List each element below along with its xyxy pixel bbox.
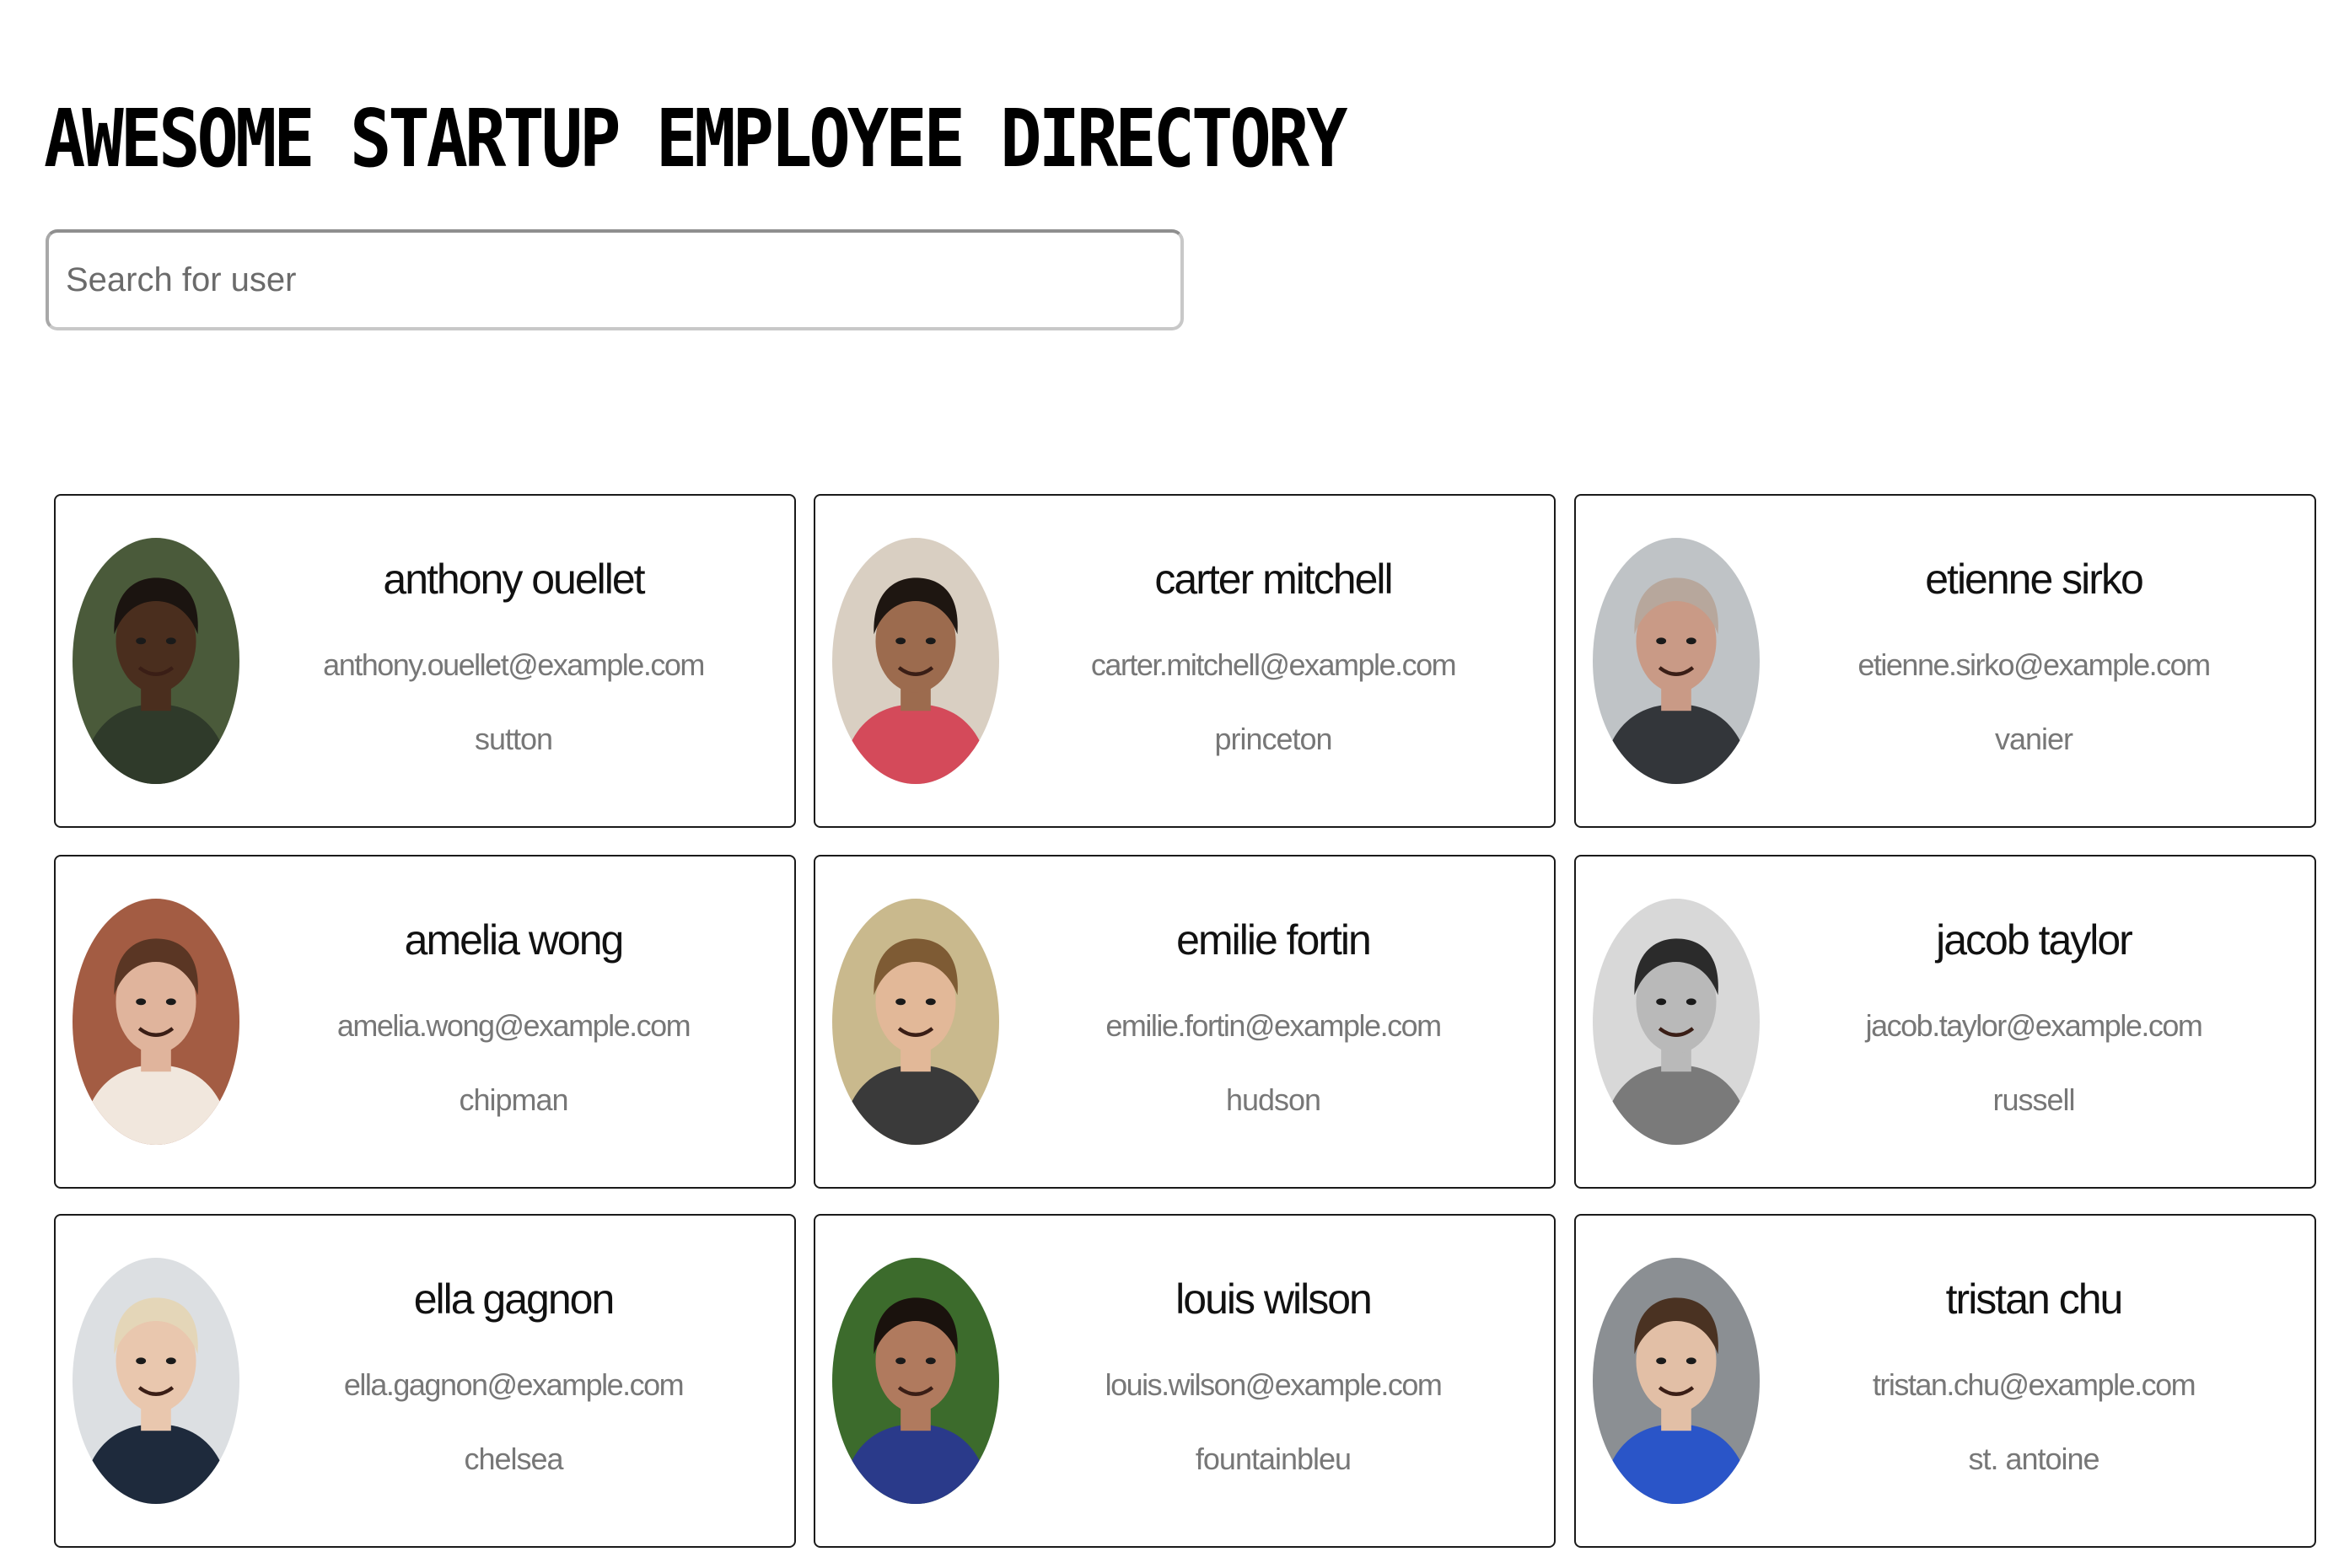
photo-of-young-man xyxy=(1593,1258,1760,1504)
employee-card[interactable]: anthony ouellet anthony.ouellet@example.c… xyxy=(54,494,796,828)
photo-of-smiling-man xyxy=(73,538,239,784)
employee-email: louis.wilson@example.com xyxy=(1105,1367,1443,1402)
employee-info: amelia wong amelia.wong@example.com chipma… xyxy=(250,856,777,1187)
employee-card[interactable]: emilie fortin emilie.fortin@example.com hu… xyxy=(814,855,1556,1189)
employee-city: russell xyxy=(1992,1082,2075,1117)
employee-info: ella gagnon ella.gagnon@example.com chelse… xyxy=(250,1216,777,1546)
employee-email: amelia.wong@example.com xyxy=(336,1008,691,1043)
search-input[interactable] xyxy=(46,229,1184,330)
employee-city: sutton xyxy=(474,722,553,756)
employee-email: etienne.sirko@example.com xyxy=(1857,647,2211,682)
photo-of-man xyxy=(832,1258,999,1504)
employee-info: etienne sirko etienne.sirko@example.com va… xyxy=(1770,496,2298,826)
employee-name: tristan chu xyxy=(1945,1275,2124,1323)
employee-name: anthony ouellet xyxy=(383,556,645,603)
employee-info: emilie fortin emilie.fortin@example.com hu… xyxy=(1009,856,1537,1187)
photo-of-smiling-woman xyxy=(73,899,239,1145)
avatar xyxy=(1593,899,1760,1145)
avatar xyxy=(73,1258,239,1504)
employee-email: emilie.fortin@example.com xyxy=(1105,1008,1442,1043)
employee-city: fountainbleu xyxy=(1195,1442,1352,1476)
employee-name: emilie fortin xyxy=(1176,916,1372,964)
employee-card[interactable]: ella gagnon ella.gagnon@example.com chelse… xyxy=(54,1214,796,1548)
employee-city: vanier xyxy=(1994,722,2073,756)
avatar xyxy=(73,538,239,784)
employee-card[interactable]: etienne sirko etienne.sirko@example.com va… xyxy=(1574,494,2316,828)
employee-name: amelia wong xyxy=(404,916,625,964)
avatar xyxy=(832,1258,999,1504)
photo-of-smiling-woman xyxy=(73,1258,239,1504)
employee-name: jacob taylor xyxy=(1936,916,2133,964)
photo-of-man-with-glasses xyxy=(1593,538,1760,784)
employee-info: anthony ouellet anthony.ouellet@example.c… xyxy=(250,496,777,826)
employee-city: princeton xyxy=(1214,722,1332,756)
page-title: AWESOME STARTUP EMPLOYEE DIRECTORY xyxy=(44,93,1348,185)
employee-email: carter.mitchell@example.com xyxy=(1090,647,1457,682)
employee-email: ella.gagnon@example.com xyxy=(343,1367,685,1402)
employee-info: jacob taylor jacob.taylor@example.com russ… xyxy=(1770,856,2298,1187)
photo-of-smiling-woman xyxy=(832,899,999,1145)
employee-city: st. antoine xyxy=(1968,1442,2099,1476)
employee-card[interactable]: tristan chu tristan.chu@example.com st. an… xyxy=(1574,1214,2316,1548)
avatar xyxy=(832,538,999,784)
employee-card[interactable]: carter mitchell carter.mitchell@example.c… xyxy=(814,494,1556,828)
employee-card[interactable]: jacob taylor jacob.taylor@example.com russ… xyxy=(1574,855,2316,1189)
avatar xyxy=(1593,1258,1760,1504)
employee-info: tristan chu tristan.chu@example.com st. an… xyxy=(1770,1216,2298,1546)
employee-name: ella gagnon xyxy=(413,1275,616,1323)
employee-email: jacob.taylor@example.com xyxy=(1865,1008,2203,1043)
employee-city: chipman xyxy=(459,1082,568,1117)
employee-info: carter mitchell carter.mitchell@example.c… xyxy=(1009,496,1537,826)
avatar xyxy=(73,899,239,1145)
employee-city: chelsea xyxy=(464,1442,563,1476)
employee-info: louis wilson louis.wilson@example.com foun… xyxy=(1009,1216,1537,1546)
avatar xyxy=(1593,538,1760,784)
photo-of-smiling-man xyxy=(832,538,999,784)
employee-card[interactable]: louis wilson louis.wilson@example.com foun… xyxy=(814,1214,1556,1548)
employee-city: hudson xyxy=(1225,1082,1321,1117)
avatar xyxy=(832,899,999,1145)
directory-page: AWESOME STARTUP EMPLOYEE DIRECTORY antho… xyxy=(0,0,2344,1568)
photo-of-man-black-and-white xyxy=(1593,899,1760,1145)
employee-email: anthony.ouellet@example.com xyxy=(323,647,705,682)
employee-name: carter mitchell xyxy=(1154,556,1393,603)
employee-name: etienne sirko xyxy=(1925,556,2144,603)
employee-name: louis wilson xyxy=(1175,1275,1373,1323)
employee-email: tristan.chu@example.com xyxy=(1872,1367,2196,1402)
employee-card[interactable]: amelia wong amelia.wong@example.com chipma… xyxy=(54,855,796,1189)
